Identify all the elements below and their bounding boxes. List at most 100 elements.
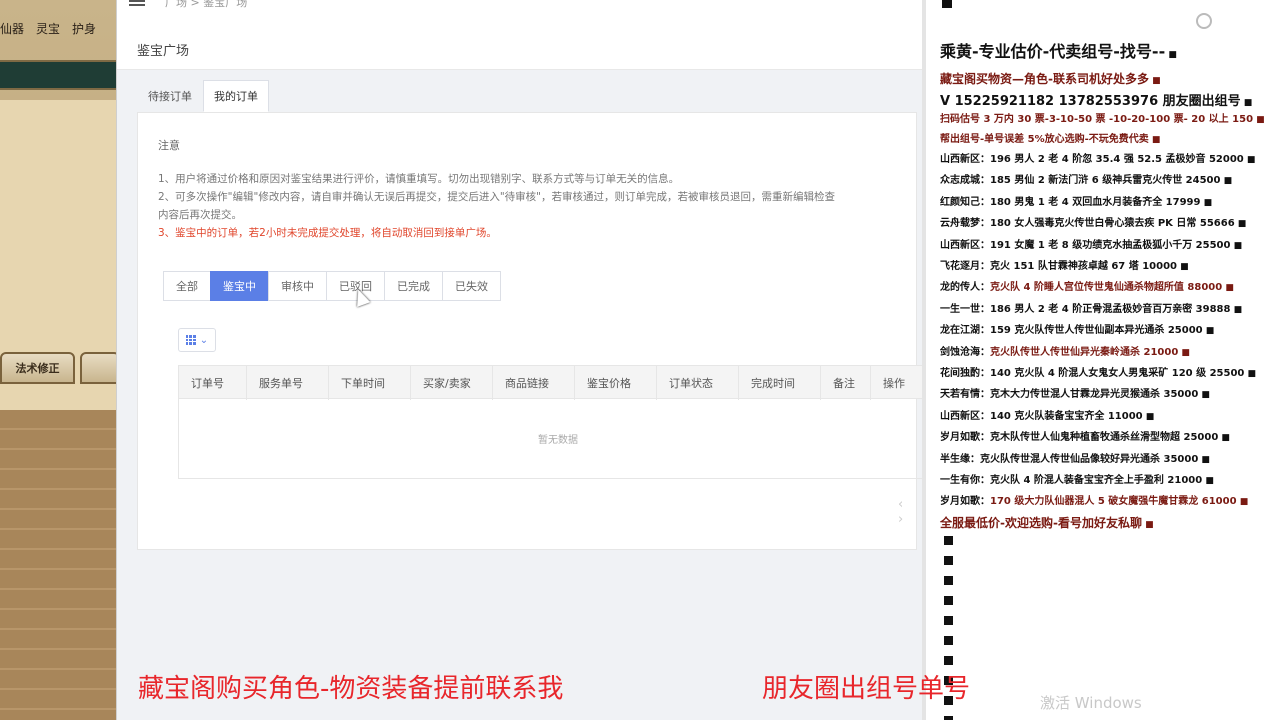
- weibo-icon: [1196, 13, 1212, 29]
- game-tab-spell-fix[interactable]: 法术修正: [0, 352, 75, 384]
- chat-line-text: 藏宝阁买物资—角色-联系司机好处多多: [940, 72, 1149, 86]
- chat-line-author: 龙在江湖：: [940, 325, 990, 337]
- chat-line: 飞花逐月：克火 151 队甘霖神孩卓越 67 塔 10000 ■: [940, 257, 1189, 272]
- chat-line: 岁月如歌：170 级大力队仙器混人 5 破女魔强牛魔甘霖龙 61000 ■: [940, 492, 1248, 507]
- game-menu-item[interactable]: 灵宝: [36, 20, 60, 42]
- marker-icon: ■: [1222, 283, 1234, 294]
- chevron-down-icon: ⌄: [199, 334, 209, 346]
- tab-my-orders[interactable]: 我的订单: [203, 80, 269, 112]
- chat-line-text: 180 男鬼 1 老 4 双回血水月装备齐全 17999: [990, 196, 1201, 208]
- filter-expired-button[interactable]: 已失效: [442, 271, 501, 301]
- filter-completed-button[interactable]: 已完成: [384, 271, 443, 301]
- marker-icon: ■: [1236, 497, 1249, 508]
- marker-icon: ■: [1244, 369, 1257, 379]
- chat-line-text: 克木大力传世混人甘霖龙异光灵猴通杀 35000: [990, 389, 1199, 401]
- notice-line-warning: 3、鉴宝中的订单，若2小时未完成提交处理，将自动取消回到接单广场。: [158, 227, 497, 239]
- notice-line: 1、用户将通过价格和原因对鉴宝结果进行评价，请慎重填写。切勿出现错别字、联系方式…: [158, 173, 680, 185]
- marker-icon: [944, 656, 953, 665]
- marker-icon: ■: [1177, 262, 1189, 272]
- chat-panel: 乘黄-专业估价-代卖组号-找号-- ■ 藏宝阁买物资—角色-联系司机好处多多 ■ V…: [922, 0, 1280, 720]
- chat-line: 云舟载梦：180 女人强毒克火传世白骨心猿去疾 PK 日常 55666 ■: [940, 214, 1246, 229]
- marker-icon: [944, 556, 953, 565]
- menu-icon[interactable]: [129, 0, 145, 6]
- game-menu-item[interactable]: 仙器: [0, 20, 24, 42]
- column-header[interactable]: 完成时间: [739, 366, 821, 400]
- chat-line: 花间独酌：140 克火队 4 阶混人女鬼女人男鬼采矿 120 级 25500 ■: [940, 364, 1256, 379]
- chat-line-text: 克木队传世人仙鬼种植畜牧通杀丝滑型物超 25000: [990, 432, 1219, 444]
- chat-line: 帮出组号-单号误差 5%放心选购-不玩免费代卖 ■: [940, 130, 1160, 145]
- marker-icon: ■: [1148, 135, 1161, 145]
- marker-icon: ■: [1220, 176, 1233, 187]
- chat-line-author: 岁月如歌：: [940, 432, 990, 444]
- column-header[interactable]: 备注: [821, 366, 871, 400]
- chat-line-author: 云舟载梦：: [940, 218, 990, 230]
- tab-pending-orders[interactable]: 待接订单: [137, 80, 203, 112]
- chat-line-author: 山西新区：: [940, 410, 990, 422]
- column-header[interactable]: 商品链接: [493, 366, 575, 400]
- column-header[interactable]: 操作: [871, 366, 919, 400]
- game-tab[interactable]: [80, 352, 120, 384]
- chat-line-author: 一生有你：: [940, 475, 990, 486]
- column-header[interactable]: 买家/卖家: [411, 366, 493, 400]
- marker-icon: [944, 596, 953, 605]
- column-header[interactable]: 鉴宝价格: [575, 366, 657, 400]
- marker-icon: ■: [1243, 155, 1256, 165]
- overlay-caption-right: 朋友圈出组号单号: [762, 674, 971, 704]
- chat-line-text: 180 女人强毒克火传世白骨心猿去疾 PK 日常 55666: [990, 218, 1235, 230]
- chat-line: 山西新区：196 男人 2 老 4 阶忽 35.4 强 52.5 孟极妙音 52…: [940, 150, 1255, 165]
- chat-line: 半生缘：克火队传世混人传世仙品像较好异光通杀 35000 ■: [940, 450, 1210, 465]
- column-header[interactable]: 订单号: [179, 366, 247, 400]
- chat-line: 红颜知己：180 男鬼 1 老 4 双回血水月装备齐全 17999 ■: [940, 193, 1212, 208]
- chat-line-author: 龙的传人：: [940, 282, 990, 294]
- marker-icon: [942, 0, 952, 8]
- chat-line-author: 红颜知己：: [940, 196, 990, 208]
- chat-line-author: 岁月如歌：: [940, 496, 990, 508]
- chat-line-author: 山西新区：: [940, 239, 990, 251]
- notice-line: 内容后再次提交。: [158, 209, 242, 221]
- marker-icon: ■: [1230, 304, 1243, 315]
- chat-line: 一生一世：186 男人 2 老 4 阶正骨混孟极妙音百万亲密 39888 ■: [940, 300, 1242, 315]
- marker-icon: ■: [1253, 115, 1265, 125]
- chat-line-author: 飞花逐月：: [940, 261, 990, 272]
- status-filter-group: 全部 鉴宝中 审核中 已驳回 已完成 已失效: [163, 271, 501, 301]
- chat-line-author: 天若有情：: [940, 389, 990, 401]
- marker-icon: ■: [1178, 347, 1190, 358]
- column-header[interactable]: 服务单号: [247, 366, 329, 400]
- chat-line-text: 186 男人 2 老 4 阶正骨混孟极妙音百万亲密 39888: [990, 303, 1231, 315]
- chat-line-text: 克火 151 队甘霖神孩卓越 67 塔 10000: [990, 261, 1177, 272]
- filter-all-button[interactable]: 全部: [163, 271, 211, 301]
- column-toggle-button[interactable]: ⌄: [178, 328, 216, 352]
- chat-line: 一生有你：克火队 4 阶混人装备宝宝齐全上手盈利 21000 ■: [940, 471, 1214, 486]
- chat-line-text: 159 克火队传世人传世仙副本异光通杀 25000: [990, 325, 1203, 337]
- game-background: 仙器 灵宝 护身 法术修正: [0, 0, 120, 720]
- chat-line-author: 剑蚀沧海：: [940, 346, 990, 358]
- chat-line: 龙在江湖：159 克火队传世人传世仙副本异光通杀 25000 ■: [940, 321, 1214, 336]
- chat-line: 藏宝阁买物资—角色-联系司机好处多多 ■: [940, 70, 1161, 87]
- column-header[interactable]: 订单状态: [657, 366, 739, 400]
- marker-icon: ■: [1202, 476, 1214, 486]
- chat-line: 山西新区：191 女魔 1 老 8 级功绩克水抽孟极狐小千万 25500 ■: [940, 236, 1242, 251]
- chat-line: 龙的传人：克火队 4 阶睡人宫位传世鬼仙通杀物超所值 88000 ■: [940, 278, 1234, 293]
- chat-line-author: 山西新区：: [940, 154, 990, 165]
- chat-line: 岁月如歌：克木队传世人仙鬼种植畜牧通杀丝滑型物超 25000 ■: [940, 428, 1230, 443]
- marker-icon: ■: [1148, 76, 1161, 86]
- game-menu-item[interactable]: 护身: [72, 20, 96, 42]
- chat-line-text: 克火队 4 阶混人装备宝宝齐全上手盈利 21000: [990, 475, 1203, 486]
- chat-line-text: 帮出组号-单号误差 5%放心选购-不玩免费代卖: [940, 134, 1149, 145]
- page-title-bar: 鉴宝广场: [117, 14, 923, 70]
- filter-appraising-button[interactable]: 鉴宝中: [210, 271, 269, 301]
- marker-icon: ■: [1218, 433, 1230, 444]
- chat-line-text: 扫码估号 3 万内 30 票-3-10-50 票 -10-20-100 票- 2…: [940, 114, 1254, 125]
- pagination[interactable]: ‹ ›: [898, 497, 917, 527]
- column-header[interactable]: 下单时间: [329, 366, 411, 400]
- filter-reviewing-button[interactable]: 审核中: [268, 271, 327, 301]
- table-header: 订单号 服务单号 下单时间 买家/卖家 商品链接 鉴宝价格 订单状态 完成时间 …: [178, 365, 938, 400]
- game-menu: 仙器 灵宝 护身: [0, 20, 120, 42]
- notice-title: 注意: [158, 139, 180, 152]
- marker-icon: ■: [1141, 519, 1154, 530]
- notice-line: 2、可多次操作"编辑"修改内容，请自审并确认无误后再提交，提交后进入"待审核"，…: [158, 191, 835, 203]
- chat-line: V 15225921182 13782553976 朋友圈出组号 ■: [940, 90, 1252, 109]
- breadcrumb-text[interactable]: 广场 > 鉴宝广场: [165, 0, 247, 10]
- chat-line: 众志成城：185 男仙 2 新法门浒 6 级神兵雷克火传世 24500 ■: [940, 171, 1232, 186]
- chat-line-author: 半生缘：: [940, 453, 980, 465]
